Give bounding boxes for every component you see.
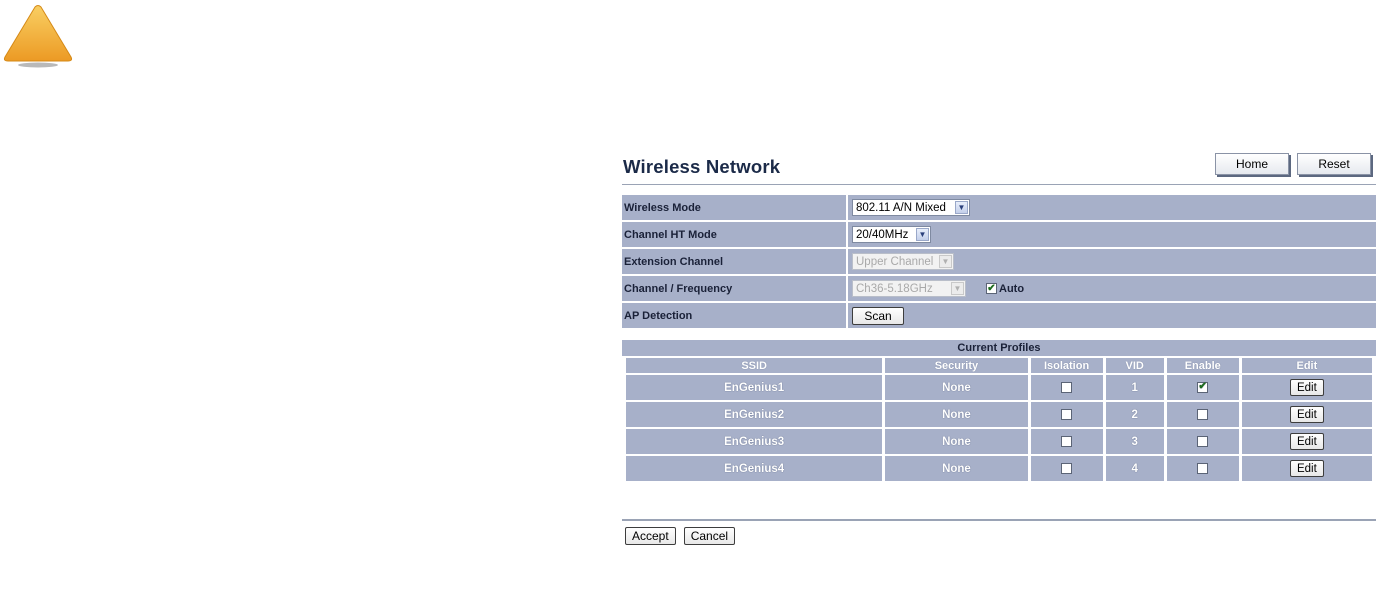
channel-frequency-row: Channel / Frequency Ch36-5.18GHz ▼ ✔ Aut… xyxy=(622,276,1376,303)
edit-cell: Edit xyxy=(1241,402,1372,427)
isolation-cell xyxy=(1030,429,1103,454)
isolation-checkbox[interactable] xyxy=(1061,462,1073,474)
edit-cell: Edit xyxy=(1241,429,1372,454)
ap-detection-label: AP Detection xyxy=(622,303,848,330)
edit-button[interactable]: Edit xyxy=(1289,406,1324,423)
isolation-cell xyxy=(1030,456,1103,481)
column-header-vid: VID xyxy=(1105,358,1164,373)
extension-channel-label: Extension Channel xyxy=(622,249,848,276)
isolation-cell xyxy=(1030,402,1103,427)
chevron-down-icon: ▼ xyxy=(916,228,929,241)
channel-ht-mode-label: Channel HT Mode xyxy=(622,222,848,249)
channel-ht-mode-value: 20/40MHz xyxy=(856,228,909,241)
chevron-down-icon: ▼ xyxy=(955,201,968,214)
ssid-cell: EnGenius4 xyxy=(626,456,883,481)
security-cell: None xyxy=(885,402,1028,427)
ssid-cell: EnGenius2 xyxy=(626,402,883,427)
form-actions: Accept Cancel xyxy=(625,527,736,545)
enable-cell xyxy=(1166,456,1239,481)
security-cell: None xyxy=(885,456,1028,481)
footer-divider xyxy=(622,519,1376,521)
isolation-checkbox[interactable] xyxy=(1061,435,1073,447)
table-row: EnGenius1 None 1 ✔ Edit xyxy=(626,375,1372,400)
checkmark-icon: ✔ xyxy=(1198,381,1207,393)
auto-channel-option[interactable]: ✔ Auto xyxy=(986,283,1024,295)
channel-frequency-label: Channel / Frequency xyxy=(622,276,848,303)
vid-cell: 2 xyxy=(1105,402,1164,427)
scan-button[interactable]: Scan xyxy=(852,306,904,325)
column-header-edit: Edit xyxy=(1241,358,1372,373)
home-button[interactable]: Home xyxy=(1215,153,1289,175)
wireless-mode-row: Wireless Mode 802.11 A/N Mixed ▼ xyxy=(622,195,1376,222)
enable-cell: ✔ xyxy=(1166,375,1239,400)
enable-checkbox[interactable]: ✔ xyxy=(1197,381,1209,393)
enable-cell xyxy=(1166,402,1239,427)
ssid-cell: EnGenius3 xyxy=(626,429,883,454)
accept-button[interactable]: Accept xyxy=(625,527,676,545)
profiles-header-row: SSID Security Isolation VID Enable Edit xyxy=(626,358,1372,373)
wireless-mode-label: Wireless Mode xyxy=(622,195,848,222)
edit-cell: Edit xyxy=(1241,375,1372,400)
enable-checkbox[interactable] xyxy=(1197,462,1209,474)
wireless-mode-value: 802.11 A/N Mixed xyxy=(856,201,946,214)
enable-cell xyxy=(1166,429,1239,454)
wireless-mode-select[interactable]: 802.11 A/N Mixed ▼ xyxy=(852,199,970,216)
edit-button[interactable]: Edit xyxy=(1289,433,1324,450)
extension-channel-row: Extension Channel Upper Channel ▼ xyxy=(622,249,1376,276)
security-cell: None xyxy=(885,429,1028,454)
channel-ht-mode-row: Channel HT Mode 20/40MHz ▼ xyxy=(622,222,1376,249)
warning-triangle-icon xyxy=(2,4,74,70)
vid-cell: 4 xyxy=(1105,456,1164,481)
isolation-checkbox[interactable] xyxy=(1061,408,1073,420)
extension-channel-select: Upper Channel ▼ xyxy=(852,253,954,270)
channel-ht-mode-select[interactable]: 20/40MHz ▼ xyxy=(852,226,931,243)
edit-button[interactable]: Edit xyxy=(1289,460,1324,477)
enable-checkbox[interactable] xyxy=(1197,408,1209,420)
wireless-network-panel: Wireless Network Home Reset Wireless Mod… xyxy=(622,150,1376,481)
cancel-button[interactable]: Cancel xyxy=(683,527,736,545)
security-cell: None xyxy=(885,375,1028,400)
chevron-down-icon: ▼ xyxy=(951,282,964,295)
extension-channel-value: Upper Channel xyxy=(856,255,934,268)
column-header-ssid: SSID xyxy=(626,358,883,373)
edit-cell: Edit xyxy=(1241,456,1372,481)
vid-cell: 3 xyxy=(1105,429,1164,454)
table-row: EnGenius3 None 3 Edit xyxy=(626,429,1372,454)
current-profiles-section: Current Profiles SSID Security Isolation… xyxy=(622,340,1376,483)
auto-label: Auto xyxy=(999,282,1025,295)
current-profiles-title: Current Profiles xyxy=(622,340,1376,356)
ap-detection-row: AP Detection Scan xyxy=(622,303,1376,330)
isolation-checkbox[interactable] xyxy=(1061,381,1073,393)
page-title: Wireless Network xyxy=(623,156,781,177)
edit-button[interactable]: Edit xyxy=(1289,379,1324,396)
column-header-security: Security xyxy=(885,358,1028,373)
profiles-table: SSID Security Isolation VID Enable Edit … xyxy=(623,356,1375,483)
wireless-settings: Wireless Mode 802.11 A/N Mixed ▼ Channel… xyxy=(622,195,1376,330)
reset-button[interactable]: Reset xyxy=(1297,153,1371,175)
ssid-cell: EnGenius1 xyxy=(626,375,883,400)
enable-checkbox[interactable] xyxy=(1197,435,1209,447)
page-header: Wireless Network Home Reset xyxy=(622,150,1376,185)
auto-checkbox[interactable]: ✔ xyxy=(986,283,997,294)
table-row: EnGenius4 None 4 Edit xyxy=(626,456,1372,481)
column-header-enable: Enable xyxy=(1166,358,1239,373)
channel-frequency-value: Ch36-5.18GHz xyxy=(856,282,933,295)
vid-cell: 1 xyxy=(1105,375,1164,400)
chevron-down-icon: ▼ xyxy=(939,255,952,268)
table-row: EnGenius2 None 2 Edit xyxy=(626,402,1372,427)
column-header-isolation: Isolation xyxy=(1030,358,1103,373)
isolation-cell xyxy=(1030,375,1103,400)
channel-frequency-select: Ch36-5.18GHz ▼ xyxy=(852,280,966,297)
checkmark-icon: ✔ xyxy=(987,282,996,294)
